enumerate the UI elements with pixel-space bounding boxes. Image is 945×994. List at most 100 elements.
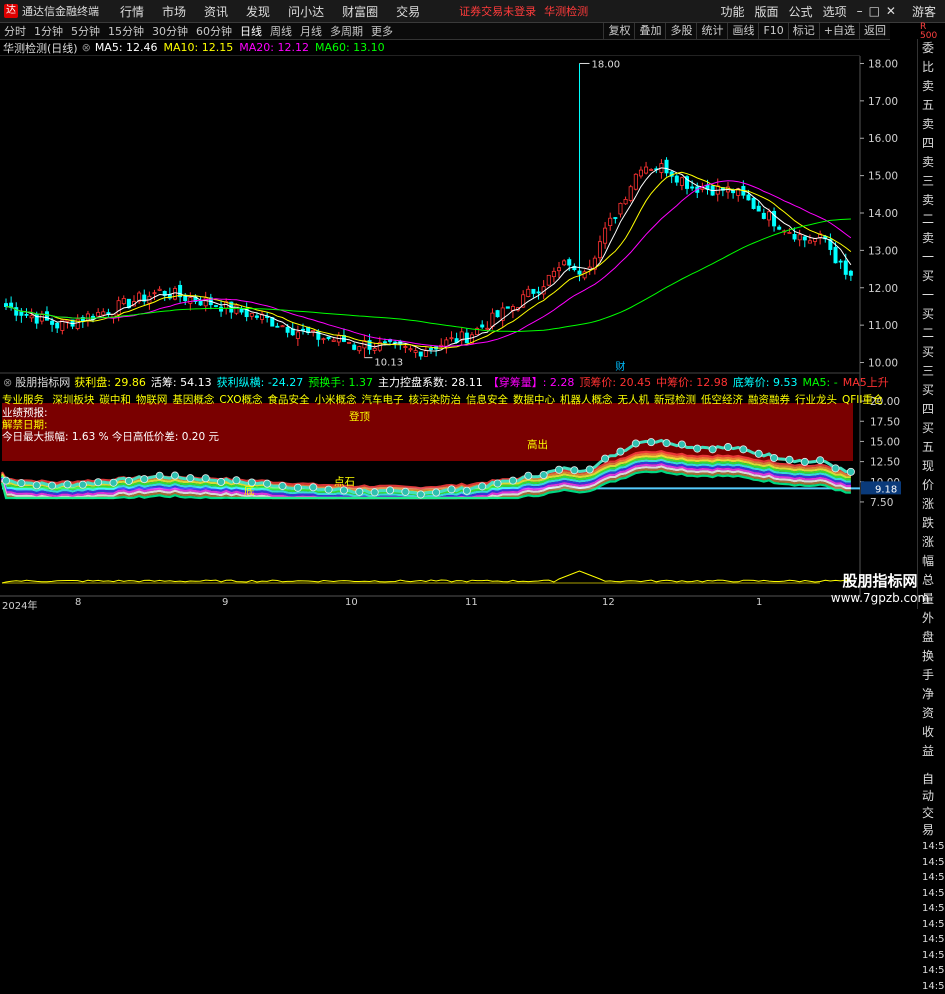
- candle-body: [563, 261, 566, 265]
- indicator-value: 顶筹价: 20.45: [579, 376, 651, 389]
- candle-body: [102, 312, 105, 315]
- candle-body: [481, 325, 484, 327]
- candle-body: [639, 170, 642, 176]
- concept-tag[interactable]: 融资融券: [748, 394, 790, 405]
- signal-dot: [648, 439, 655, 446]
- candle-body: [419, 352, 422, 356]
- concept-tag[interactable]: 低空经济: [701, 394, 743, 405]
- signal-dot: [709, 446, 716, 453]
- concept-tag[interactable]: 深圳板块: [52, 394, 94, 405]
- signal-dot: [801, 458, 808, 465]
- event-marker: 财: [615, 360, 625, 373]
- sidebar-tab[interactable]: 自动: [920, 771, 945, 805]
- concept-tag[interactable]: 食品安全: [267, 394, 309, 405]
- candle-body: [20, 312, 23, 315]
- signal-dot: [601, 455, 608, 462]
- signal-dot: [264, 480, 271, 487]
- candle-body: [276, 326, 279, 327]
- concept-tag[interactable]: 数据中心: [513, 394, 555, 405]
- concept-tag[interactable]: CXO概念: [219, 394, 262, 405]
- signal-dot: [540, 471, 547, 478]
- price-tick-label: 14.00: [868, 208, 898, 220]
- candle-body: [373, 348, 376, 350]
- concept-tag[interactable]: 物联网: [136, 394, 168, 405]
- sidebar-field: 涨跌: [920, 495, 945, 533]
- tag-list: 深圳板块碳中和物联网基因概念 CXO概念食品安全小米概念汽车电子核污染防治信息安全…: [47, 394, 882, 405]
- candle-body: [532, 289, 535, 293]
- signal-dot: [156, 472, 163, 479]
- signal-dot: [310, 484, 317, 491]
- candle-body: [97, 312, 100, 316]
- concept-tag[interactable]: 碳中和: [99, 394, 131, 405]
- candle-body: [675, 176, 678, 182]
- signal-dot: [386, 487, 393, 494]
- watermark-title: 股朋指标网: [825, 570, 935, 591]
- sidebar-tab[interactable]: 交易: [920, 805, 945, 839]
- sidebar-field: 委比: [920, 39, 945, 77]
- signal-dot: [294, 484, 301, 491]
- signal-dot: [724, 443, 731, 450]
- candle-body: [609, 218, 612, 225]
- signal-dot: [617, 448, 624, 455]
- sidebar-field: 涨幅: [920, 533, 945, 571]
- concept-tag[interactable]: 核污染防治: [408, 394, 461, 405]
- indicator-value: 获利盘: 29.86: [74, 376, 146, 389]
- concept-tag[interactable]: 新冠检测: [654, 394, 696, 405]
- signal-dot: [64, 481, 71, 488]
- candle-body: [634, 174, 637, 189]
- concept-tag[interactable]: QFII重仓: [842, 394, 882, 405]
- indicator-settings-icon[interactable]: ⊗: [3, 376, 12, 389]
- concept-tag[interactable]: 小米概念: [314, 394, 356, 405]
- ma-line-60: [6, 219, 851, 332]
- candle-body: [250, 313, 253, 316]
- date-label: 12: [602, 597, 615, 608]
- signal-dot: [463, 487, 470, 494]
- candle-body: [327, 337, 330, 339]
- kline-chart[interactable]: 18.0017.0016.0015.0014.0013.0012.0011.00…: [0, 0, 918, 597]
- sidebar-top-label: R 500: [918, 23, 945, 41]
- amplitude-info: 今日最大振幅: 1.63 % 今日高低价差: 0.20 元: [2, 429, 219, 444]
- candle-body: [644, 167, 647, 173]
- trade-time: 14:56: [920, 855, 945, 871]
- candle-body: [40, 315, 43, 321]
- signal-dot: [755, 450, 762, 457]
- signal-dot: [817, 457, 824, 464]
- concept-tag[interactable]: 行业龙头: [795, 394, 837, 405]
- signal-dot: [171, 472, 178, 479]
- indicator-value: 中筹价: 12.98: [656, 376, 728, 389]
- candle-body: [235, 305, 238, 313]
- candle-body: [552, 271, 555, 276]
- date-label: 11: [465, 597, 478, 608]
- signal-dot: [125, 477, 132, 484]
- candle-body: [86, 314, 89, 320]
- candle-body: [153, 293, 156, 294]
- indicator-tick-label: 15.00: [870, 436, 900, 448]
- signal-dot: [325, 486, 332, 493]
- candle-body: [778, 227, 781, 229]
- signal-dot: [202, 475, 209, 482]
- concept-tag[interactable]: 无人机: [617, 394, 649, 405]
- concept-tag[interactable]: 基因概念: [172, 394, 214, 405]
- signal-dot: [110, 479, 117, 486]
- signal-dot: [95, 479, 102, 486]
- signal-dot: [832, 465, 839, 472]
- candle-body: [757, 206, 760, 211]
- concept-tag[interactable]: 机器人概念: [560, 394, 613, 405]
- candle-body: [486, 328, 489, 329]
- candle-body: [409, 349, 412, 350]
- concept-tag[interactable]: 汽车电子: [361, 394, 403, 405]
- sidebar-field: 现价: [920, 457, 945, 495]
- concept-tag[interactable]: 信息安全: [466, 394, 508, 405]
- candle-body: [762, 213, 765, 218]
- candle-body: [219, 307, 222, 311]
- trade-time: 14:56: [920, 979, 945, 994]
- candle-body: [286, 327, 289, 332]
- candle-body: [849, 271, 852, 275]
- signal-dot: [187, 474, 194, 481]
- candle-body: [578, 271, 581, 274]
- candle-body: [50, 321, 53, 324]
- signal-dot: [433, 489, 440, 496]
- candle-body: [429, 348, 432, 349]
- signal-dot: [448, 486, 455, 493]
- indicator-tick-label: 17.50: [870, 416, 900, 428]
